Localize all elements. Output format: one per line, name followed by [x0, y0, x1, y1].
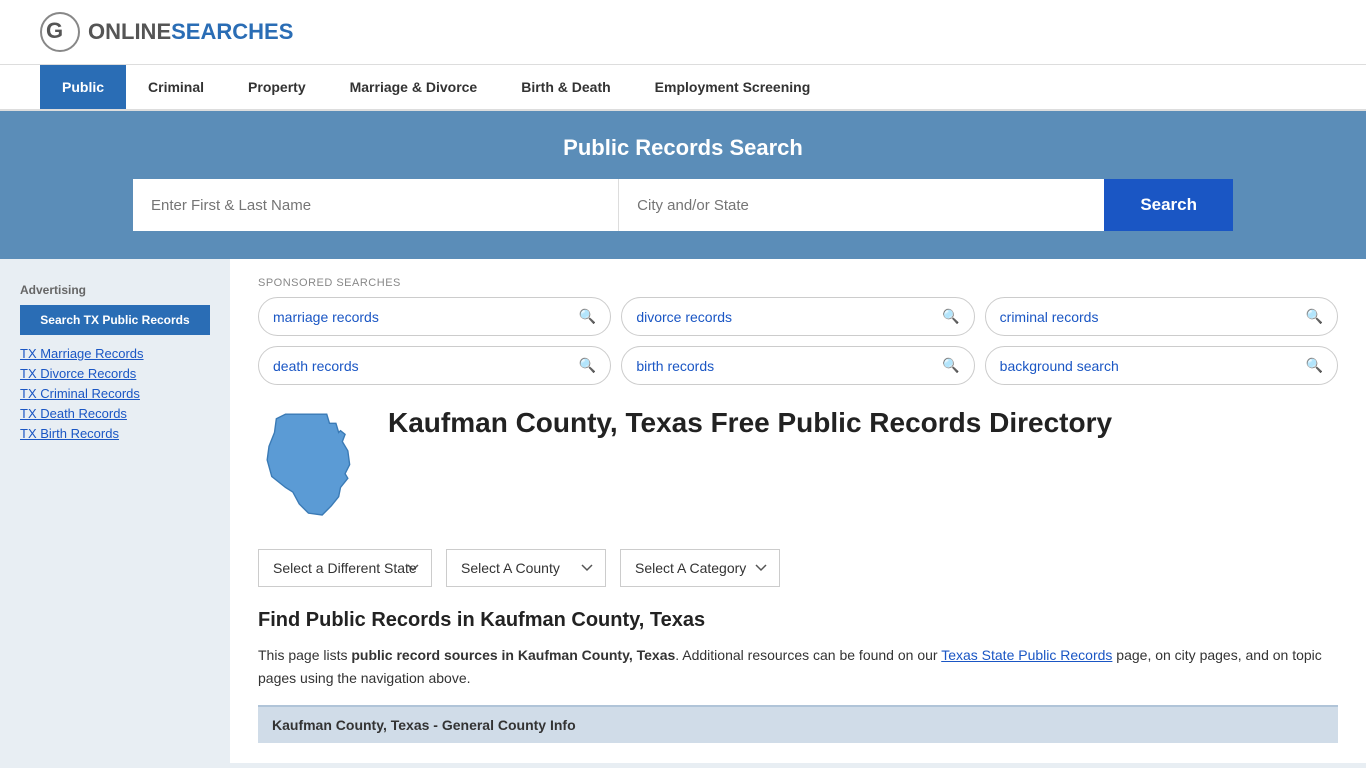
search-icon: 🔍 [579, 357, 596, 374]
sponsored-label: SPONSORED SEARCHES [258, 277, 1338, 289]
sponsored-pill-death[interactable]: death records 🔍 [258, 346, 611, 385]
state-dropdown[interactable]: Select a Different State [258, 549, 432, 587]
county-info-header: Kaufman County, Texas - General County I… [258, 705, 1338, 743]
main-content: SPONSORED SEARCHES marriage records 🔍 di… [230, 259, 1366, 763]
nav-item-employment[interactable]: Employment Screening [633, 65, 833, 109]
search-form: Search [133, 179, 1233, 231]
svg-text:G: G [46, 18, 63, 43]
page-heading-area: Kaufman County, Texas Free Public Record… [258, 405, 1338, 527]
county-dropdown[interactable]: Select A County [446, 549, 606, 587]
sponsored-pill-birth[interactable]: birth records 🔍 [621, 346, 974, 385]
search-icon: 🔍 [942, 308, 959, 325]
tx-marriage-link[interactable]: TX Marriage Records [20, 346, 144, 361]
dropdowns-row: Select a Different State Select A County… [258, 549, 1338, 587]
search-icon: 🔍 [579, 308, 596, 325]
texas-silhouette [258, 405, 368, 524]
sponsored-pill-label: birth records [636, 358, 714, 374]
sponsored-pill-criminal[interactable]: criminal records 🔍 [985, 297, 1338, 336]
nav-item-marriage-divorce[interactable]: Marriage & Divorce [328, 65, 500, 109]
name-input[interactable] [133, 179, 619, 231]
list-item: TX Marriage Records [20, 345, 210, 361]
logo-text: ONLINESEARCHES [88, 19, 293, 45]
texas-state-link[interactable]: Texas State Public Records [941, 647, 1112, 663]
search-icon: 🔍 [942, 357, 959, 374]
sponsored-pill-label: divorce records [636, 309, 732, 325]
sponsored-pill-label: criminal records [1000, 309, 1099, 325]
sponsored-pill-label: background search [1000, 358, 1119, 374]
hero-title: Public Records Search [40, 135, 1326, 161]
list-item: TX Birth Records [20, 425, 210, 441]
location-input[interactable] [619, 179, 1104, 231]
category-dropdown[interactable]: Select A Category [620, 549, 780, 587]
tx-birth-link[interactable]: TX Birth Records [20, 426, 119, 441]
logo-icon: G [40, 12, 80, 52]
nav-item-criminal[interactable]: Criminal [126, 65, 226, 109]
state-icon [258, 405, 368, 527]
sponsored-grid: marriage records 🔍 divorce records 🔍 cri… [258, 297, 1338, 385]
main-wrapper: Advertising Search TX Public Records TX … [0, 259, 1366, 763]
search-icon: 🔍 [1306, 357, 1323, 374]
find-desc-text2: . Additional resources can be found on o… [675, 647, 941, 663]
tx-death-link[interactable]: TX Death Records [20, 406, 127, 421]
list-item: TX Criminal Records [20, 385, 210, 401]
sidebar: Advertising Search TX Public Records TX … [0, 259, 230, 763]
sidebar-ad-label: Advertising [20, 283, 210, 297]
site-header: G ONLINESEARCHES [0, 0, 1366, 65]
tx-divorce-link[interactable]: TX Divorce Records [20, 366, 136, 381]
nav-item-public[interactable]: Public [40, 65, 126, 109]
sponsored-pill-marriage[interactable]: marriage records 🔍 [258, 297, 611, 336]
page-title-block: Kaufman County, Texas Free Public Record… [388, 405, 1112, 441]
sponsored-pill-background[interactable]: background search 🔍 [985, 346, 1338, 385]
nav-item-property[interactable]: Property [226, 65, 328, 109]
find-desc-bold: public record sources in Kaufman County,… [351, 647, 675, 663]
find-desc-text1: This page lists [258, 647, 351, 663]
search-button[interactable]: Search [1104, 179, 1233, 231]
logo[interactable]: G ONLINESEARCHES [40, 12, 293, 52]
search-icon: 🔍 [1306, 308, 1323, 325]
sponsored-pill-label: death records [273, 358, 359, 374]
list-item: TX Death Records [20, 405, 210, 421]
sidebar-ad-button[interactable]: Search TX Public Records [20, 305, 210, 335]
hero-section: Public Records Search Search [0, 111, 1366, 259]
page-title: Kaufman County, Texas Free Public Record… [388, 405, 1112, 441]
sponsored-pill-divorce[interactable]: divorce records 🔍 [621, 297, 974, 336]
nav-item-birth-death[interactable]: Birth & Death [499, 65, 632, 109]
find-section-title: Find Public Records in Kaufman County, T… [258, 609, 1338, 632]
find-section-desc: This page lists public record sources in… [258, 644, 1338, 689]
tx-criminal-link[interactable]: TX Criminal Records [20, 386, 140, 401]
list-item: TX Divorce Records [20, 365, 210, 381]
sidebar-links: TX Marriage Records TX Divorce Records T… [20, 345, 210, 441]
main-nav: Public Criminal Property Marriage & Divo… [0, 65, 1366, 111]
sponsored-pill-label: marriage records [273, 309, 379, 325]
